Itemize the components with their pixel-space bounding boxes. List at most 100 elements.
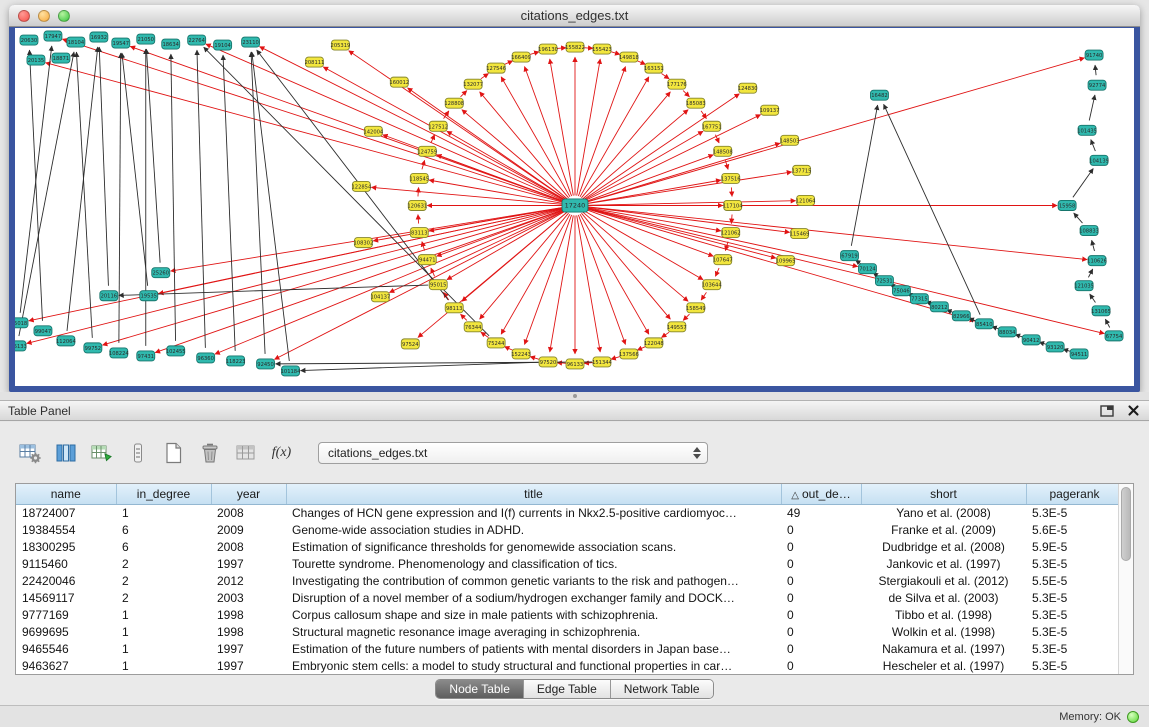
graph-edge[interactable] (525, 215, 572, 345)
graph-node[interactable]: 177176 (667, 79, 687, 89)
graph-node[interactable]: 160012 (389, 77, 409, 87)
graph-edge[interactable] (731, 187, 732, 196)
table-cell[interactable]: 2003 (211, 589, 286, 606)
graph-node[interactable]: 137516 (721, 173, 741, 183)
graph-edge[interactable] (1074, 213, 1083, 223)
tab-node-table[interactable]: Node Table (436, 680, 524, 698)
graph-edge[interactable] (215, 209, 566, 354)
column-header-pagerank[interactable]: pagerank (1026, 484, 1118, 504)
graph-edge[interactable] (662, 332, 670, 337)
graph-edge[interactable] (29, 50, 42, 321)
graph-edge[interactable] (146, 49, 160, 263)
graph-edge[interactable] (422, 242, 425, 251)
graph-edge[interactable] (431, 135, 435, 143)
graph-node[interactable]: 131065 (1091, 306, 1111, 316)
graph-edge[interactable] (701, 111, 706, 119)
table-row[interactable]: 946362711997Embryonic stem cells: a mode… (16, 657, 1118, 674)
table-cell[interactable]: 0 (781, 538, 861, 555)
graph-node[interactable]: 163151 (644, 63, 664, 73)
graph-edge[interactable] (585, 201, 796, 206)
table-cell[interactable]: 0 (781, 623, 861, 640)
graph-node[interactable]: 85410 (975, 319, 993, 329)
table-row[interactable]: 1456911722003Disruption of a novel membe… (16, 589, 1118, 606)
table-row[interactable]: 977716911998Corpus callosum shape and si… (16, 606, 1118, 623)
graph-edge[interactable] (701, 292, 706, 300)
table-cell[interactable]: Genome-wide association studies in ADHD. (286, 521, 781, 538)
graph-node[interactable]: 115469 (790, 229, 810, 239)
graph-edge[interactable] (557, 363, 566, 364)
column-header-name[interactable]: name (16, 484, 116, 504)
graph-node[interactable]: 118223 (226, 356, 246, 366)
graph-node[interactable]: 88034 (998, 327, 1016, 337)
column-header-year[interactable]: year (211, 484, 286, 504)
graph-node[interactable]: 18871 (52, 53, 70, 63)
graph-edge[interactable] (407, 88, 566, 200)
graph-node[interactable]: 92774 (1088, 80, 1106, 90)
table-cell[interactable]: Changes of HCN gene expression and I(f) … (286, 504, 781, 521)
table-cell[interactable]: Embryonic stem cells: a model to study s… (286, 657, 781, 674)
graph-edge[interactable] (583, 212, 689, 301)
table-cell[interactable]: 5.3E-5 (1026, 589, 1118, 606)
table-cell[interactable]: 49 (781, 504, 861, 521)
graph-edge[interactable] (1090, 294, 1096, 302)
graph-node[interactable]: 122048 (644, 338, 664, 348)
table-cell[interactable]: 9463627 (16, 657, 116, 674)
graph-edge[interactable] (1073, 169, 1093, 198)
graph-node[interactable]: 98113 (445, 303, 463, 313)
graph-edge[interactable] (197, 50, 205, 348)
table-cell[interactable]: 0 (781, 572, 861, 589)
graph-node[interactable]: 132077 (463, 79, 483, 89)
graph-node[interactable]: 101184 (281, 366, 301, 376)
table-cell[interactable]: Nakamura et al. (1997) (861, 640, 1026, 657)
graph-node[interactable]: 149557 (667, 322, 687, 332)
table-row[interactable]: 2242004622012Investigating the contribut… (16, 572, 1118, 589)
graph-node[interactable]: 99047 (34, 326, 52, 336)
graph-edge[interactable] (323, 67, 566, 201)
table-cell[interactable]: 1 (116, 640, 211, 657)
graph-edge[interactable] (715, 268, 719, 276)
table-cell[interactable]: 2008 (211, 538, 286, 555)
table-cell[interactable]: Franke et al. (2009) (861, 521, 1026, 538)
graph-node[interactable]: 90412 (1022, 335, 1040, 345)
row-tool-icon[interactable] (124, 440, 151, 467)
graph-node[interactable]: 75244 (487, 338, 505, 348)
graph-node[interactable]: 96360 (197, 353, 215, 363)
table-cell[interactable]: Disruption of a novel member of a sodium… (286, 589, 781, 606)
table-cell[interactable]: 6 (116, 521, 211, 538)
graph-node[interactable]: 109137 (760, 105, 780, 115)
graph-edge[interactable] (584, 155, 713, 202)
table-cell[interactable]: 1 (116, 657, 211, 674)
graph-node[interactable]: 124759 (417, 146, 437, 156)
graph-node[interactable]: 158549 (686, 303, 706, 313)
graph-edge[interactable] (1095, 65, 1096, 75)
graph-node[interactable]: 93120 (1046, 342, 1064, 352)
graph-edge[interactable] (580, 214, 649, 334)
table-cell[interactable]: Corpus callosum shape and size in male p… (286, 606, 781, 623)
graph-edge[interactable] (504, 61, 512, 65)
table-cell[interactable]: Tibbo et al. (1998) (861, 606, 1026, 623)
graph-edge[interactable] (585, 180, 721, 204)
table-cell[interactable]: 5.3E-5 (1026, 640, 1118, 657)
graph-edge[interactable] (1105, 319, 1109, 327)
graph-node[interactable]: 142004 (363, 126, 383, 136)
graph-edge[interactable] (206, 44, 566, 201)
graph-node[interactable]: 17947 (44, 31, 62, 41)
graph-node[interactable]: 121062 (721, 228, 741, 238)
graph-node[interactable]: 118545 (409, 173, 429, 183)
table-row[interactable]: 1872400712008Changes of HCN gene express… (16, 504, 1118, 521)
graph-node[interactable]: 151344 (592, 357, 612, 367)
graph-node[interactable]: 104139 (1089, 155, 1109, 165)
graph-edge[interactable] (585, 58, 1085, 203)
graph-node[interactable]: 16482 (870, 90, 888, 100)
graph-node[interactable]: 152243 (511, 349, 531, 359)
table-cell[interactable]: 2012 (211, 572, 286, 589)
graph-node[interactable]: 110626 (1087, 256, 1107, 266)
graph-node[interactable]: 148508 (713, 146, 733, 156)
table-cell[interactable]: 1997 (211, 640, 286, 657)
graph-edge[interactable] (461, 314, 467, 320)
graph-edge[interactable] (371, 187, 565, 204)
table-cell[interactable]: 18724007 (16, 504, 116, 521)
graph-edge[interactable] (884, 104, 980, 314)
table-cell[interactable]: 5.3E-5 (1026, 606, 1118, 623)
graph-edge[interactable] (1089, 95, 1095, 121)
